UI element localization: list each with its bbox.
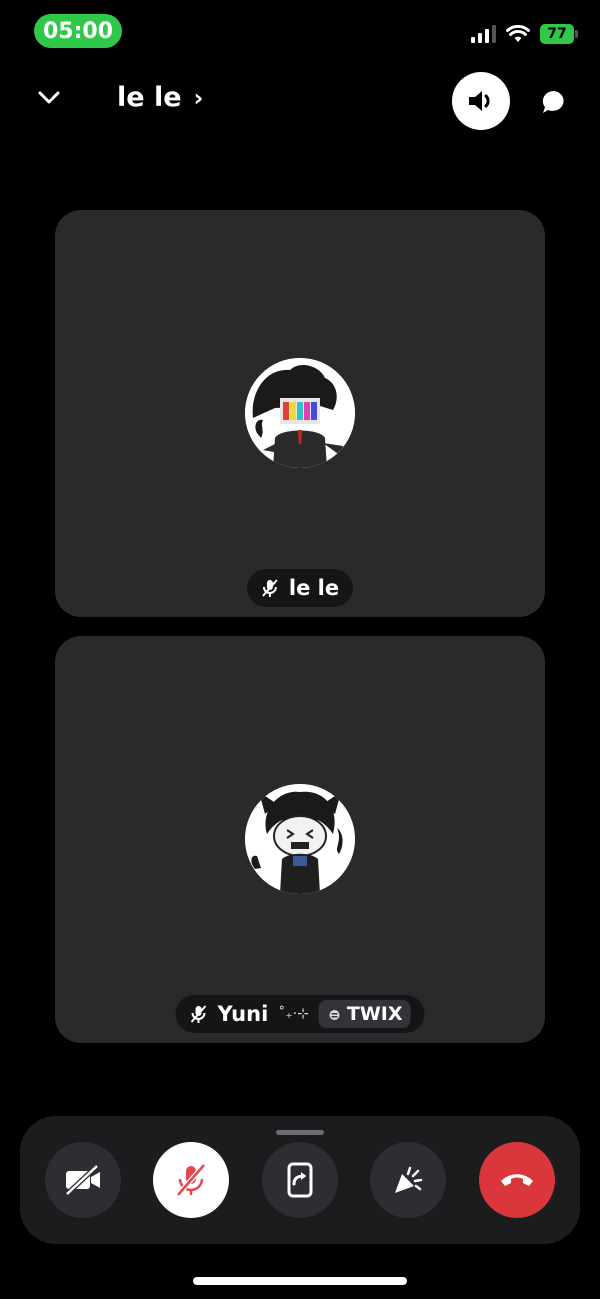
speaker-button[interactable]	[452, 72, 510, 130]
channel-name: le le	[117, 82, 182, 113]
tag-badge-icon	[329, 1010, 340, 1020]
chat-bubble-icon	[542, 90, 564, 113]
participant-tile[interactable]: Yuni ˚₊·⊹ TWIX	[55, 636, 545, 1043]
party-popper-icon	[395, 1166, 423, 1193]
leave-call-button[interactable]	[479, 1142, 555, 1218]
cellular-signal-icon	[471, 25, 496, 43]
hang-up-icon	[501, 1174, 533, 1186]
screen-share-button[interactable]	[262, 1142, 338, 1218]
chevron-down-icon[interactable]	[36, 84, 62, 110]
speaker-icon	[469, 91, 490, 111]
chat-button[interactable]	[538, 86, 570, 118]
status-indicators: 77	[471, 24, 578, 44]
muted-microphone-icon	[262, 579, 278, 597]
battery-indicator: 77	[540, 24, 578, 44]
camera-off-icon	[65, 1164, 100, 1196]
server-tag-text: TWIX	[346, 1003, 403, 1025]
call-header: le le ›	[0, 70, 600, 130]
participant-tile[interactable]: le le	[55, 210, 545, 617]
drawer-handle[interactable]	[276, 1130, 324, 1135]
participant-name: Yuni	[217, 1002, 269, 1026]
wifi-icon	[506, 25, 530, 42]
status-time: 05:00	[34, 14, 122, 48]
server-tag: TWIX	[318, 1000, 411, 1028]
muted-microphone-icon	[190, 1005, 207, 1023]
microphone-muted-icon	[176, 1163, 206, 1197]
participant-name-pill: le le	[246, 569, 354, 607]
name-decoration: ˚₊·⊹	[278, 1006, 309, 1022]
avatar	[245, 358, 355, 468]
soundboard-button[interactable]	[370, 1142, 446, 1218]
call-controls	[20, 1116, 580, 1244]
home-indicator[interactable]	[193, 1277, 407, 1285]
screen-share-icon	[287, 1162, 313, 1198]
channel-title[interactable]: le le ›	[117, 82, 203, 113]
camera-toggle-button[interactable]	[45, 1142, 121, 1218]
chevron-right-icon: ›	[193, 83, 204, 112]
battery-level: 77	[547, 26, 567, 42]
avatar	[245, 784, 355, 894]
participant-name: le le	[288, 576, 340, 600]
participant-name-pill: Yuni ˚₊·⊹ TWIX	[175, 995, 425, 1033]
mute-toggle-button[interactable]	[153, 1142, 229, 1218]
